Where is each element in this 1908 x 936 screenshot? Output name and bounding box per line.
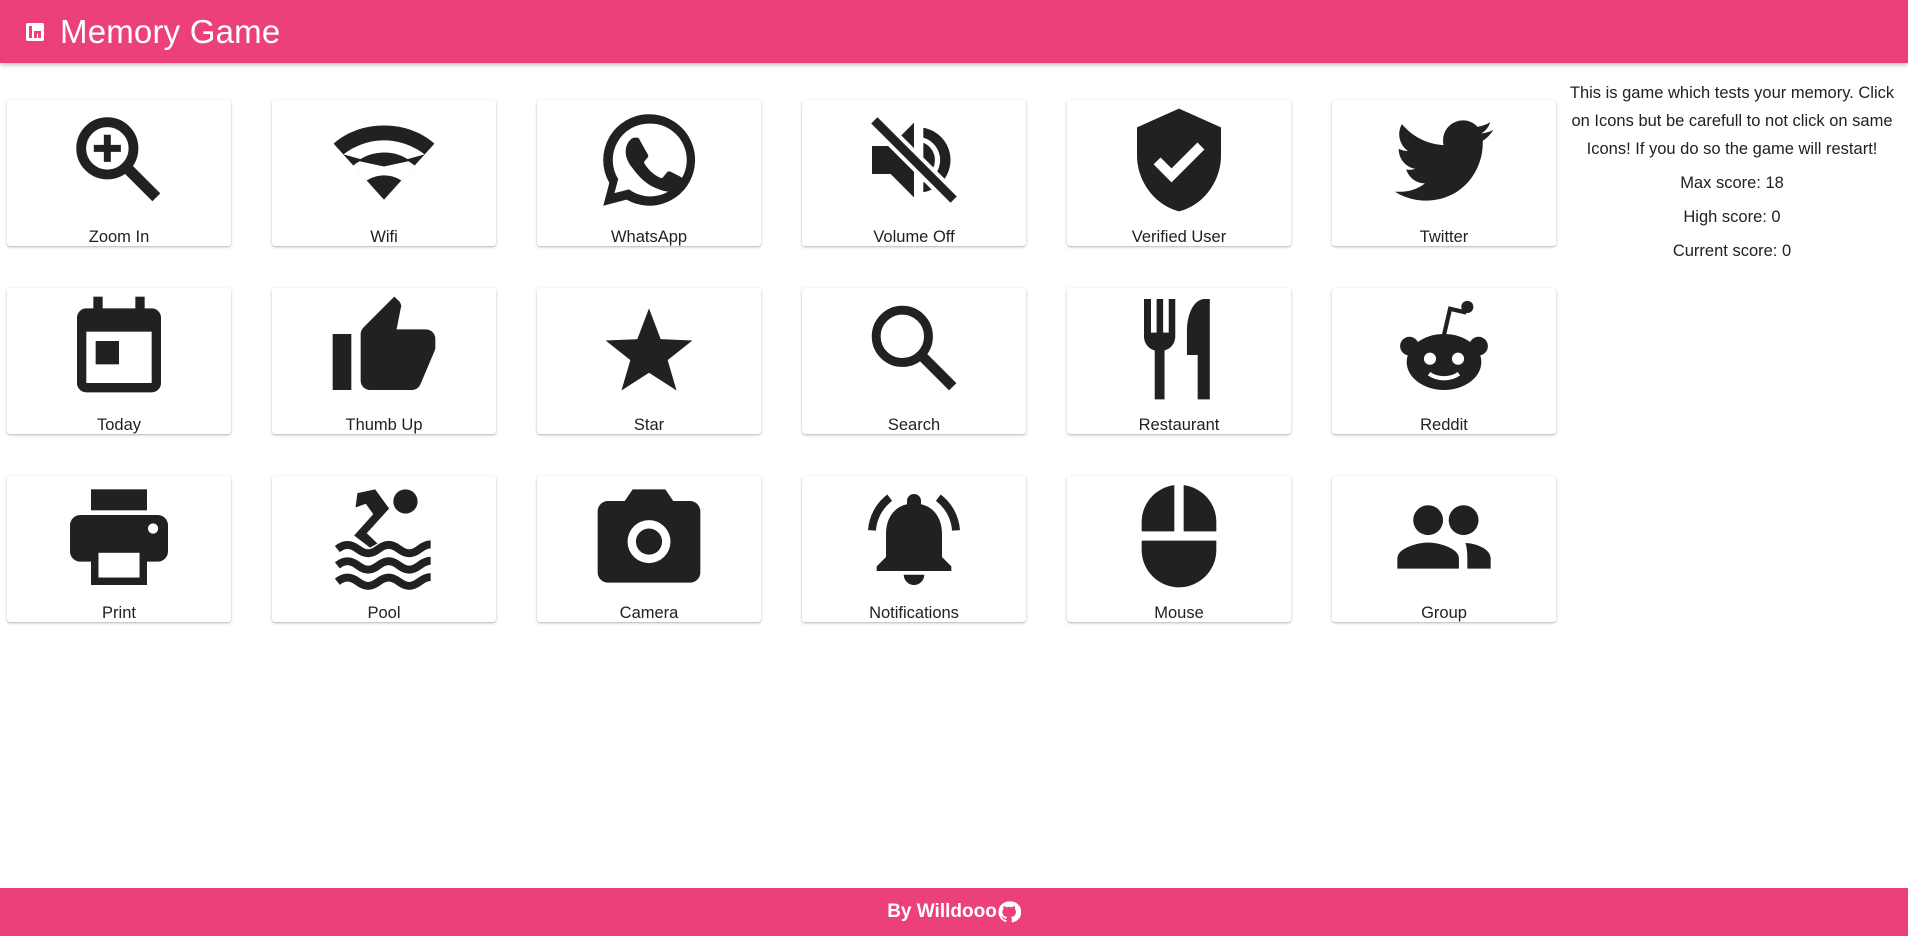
card-label: Camera [619, 604, 679, 622]
whatsapp-icon [603, 114, 696, 206]
app-bar: Memory Game [0, 0, 1908, 63]
author-credit: By Willdooo [887, 901, 997, 922]
github-icon[interactable] [997, 900, 1021, 924]
reddit-icon [1400, 300, 1488, 390]
notifications-icon [868, 494, 960, 585]
card-today[interactable]: Today [7, 288, 231, 434]
card-label: Wifi [370, 228, 398, 246]
camera-icon [597, 489, 701, 583]
max-score: Max score: 18 [1680, 174, 1784, 192]
today-icon [77, 296, 161, 393]
thumb-up-icon [332, 296, 436, 390]
current-score: Current score: 0 [1672, 242, 1792, 260]
card-twitter[interactable]: Twitter [1332, 100, 1556, 246]
game-description: This is game which tests your memory. Cl… [1569, 84, 1895, 158]
card-label: Verified User [1131, 228, 1227, 246]
card-star[interactable]: Star [537, 288, 761, 434]
card-search[interactable]: Search [802, 288, 1026, 434]
card-label: Twitter [1419, 228, 1469, 246]
card-label: WhatsApp [610, 228, 688, 246]
card-label: Thumb Up [345, 416, 423, 434]
card-label: Zoom In [88, 228, 150, 246]
card-label: Print [102, 604, 136, 622]
card-label: Volume Off [873, 228, 955, 246]
card-volume-off[interactable]: Volume Off [802, 100, 1026, 246]
high-score: High score: 0 [1683, 208, 1781, 226]
card-label: Search [887, 416, 941, 434]
volume-off-icon [868, 114, 960, 206]
print-icon [70, 489, 168, 585]
card-label: Today [96, 416, 142, 434]
search-icon [871, 305, 957, 391]
card-verified-user[interactable]: Verified User [1067, 100, 1291, 246]
group-icon [1397, 505, 1491, 569]
info-panel: This is game which tests your memory. Cl… [1568, 79, 1896, 271]
grid-icon [26, 22, 44, 41]
card-camera[interactable]: Camera [537, 476, 761, 622]
card-restaurant[interactable]: Restaurant [1067, 288, 1291, 434]
card-wifi[interactable]: Wifi [272, 100, 496, 246]
card-print[interactable]: Print [7, 476, 231, 622]
twitter-icon [1395, 120, 1493, 201]
footer: By Willdooo [0, 888, 1908, 936]
pool-icon [334, 489, 431, 590]
page-title: Memory Game [60, 12, 281, 50]
card-group[interactable]: Group [1332, 476, 1556, 622]
card-label: Group [1421, 604, 1467, 622]
star-icon [605, 308, 693, 391]
card-label: Star [633, 416, 665, 434]
card-thumb-up[interactable]: Thumb Up [272, 288, 496, 434]
mouse-icon [1141, 485, 1217, 588]
card-zoom-in[interactable]: Zoom In [7, 100, 231, 246]
wifi-icon [333, 125, 435, 200]
card-mouse[interactable]: Mouse [1067, 476, 1291, 622]
verified-user-icon [1137, 108, 1221, 212]
card-pool[interactable]: Pool [272, 476, 496, 622]
card-whatsapp[interactable]: WhatsApp [537, 100, 761, 246]
card-label: Pool [367, 604, 401, 622]
card-label: Reddit [1420, 416, 1468, 434]
card-reddit[interactable]: Reddit [1332, 288, 1556, 434]
card-label: Notifications [869, 604, 959, 622]
card-label: Restaurant [1138, 416, 1220, 434]
card-label: Mouse [1154, 604, 1204, 622]
card-notifications[interactable]: Notifications [802, 476, 1026, 622]
restaurant-icon [1144, 299, 1210, 400]
zoom-in-icon [76, 117, 161, 202]
